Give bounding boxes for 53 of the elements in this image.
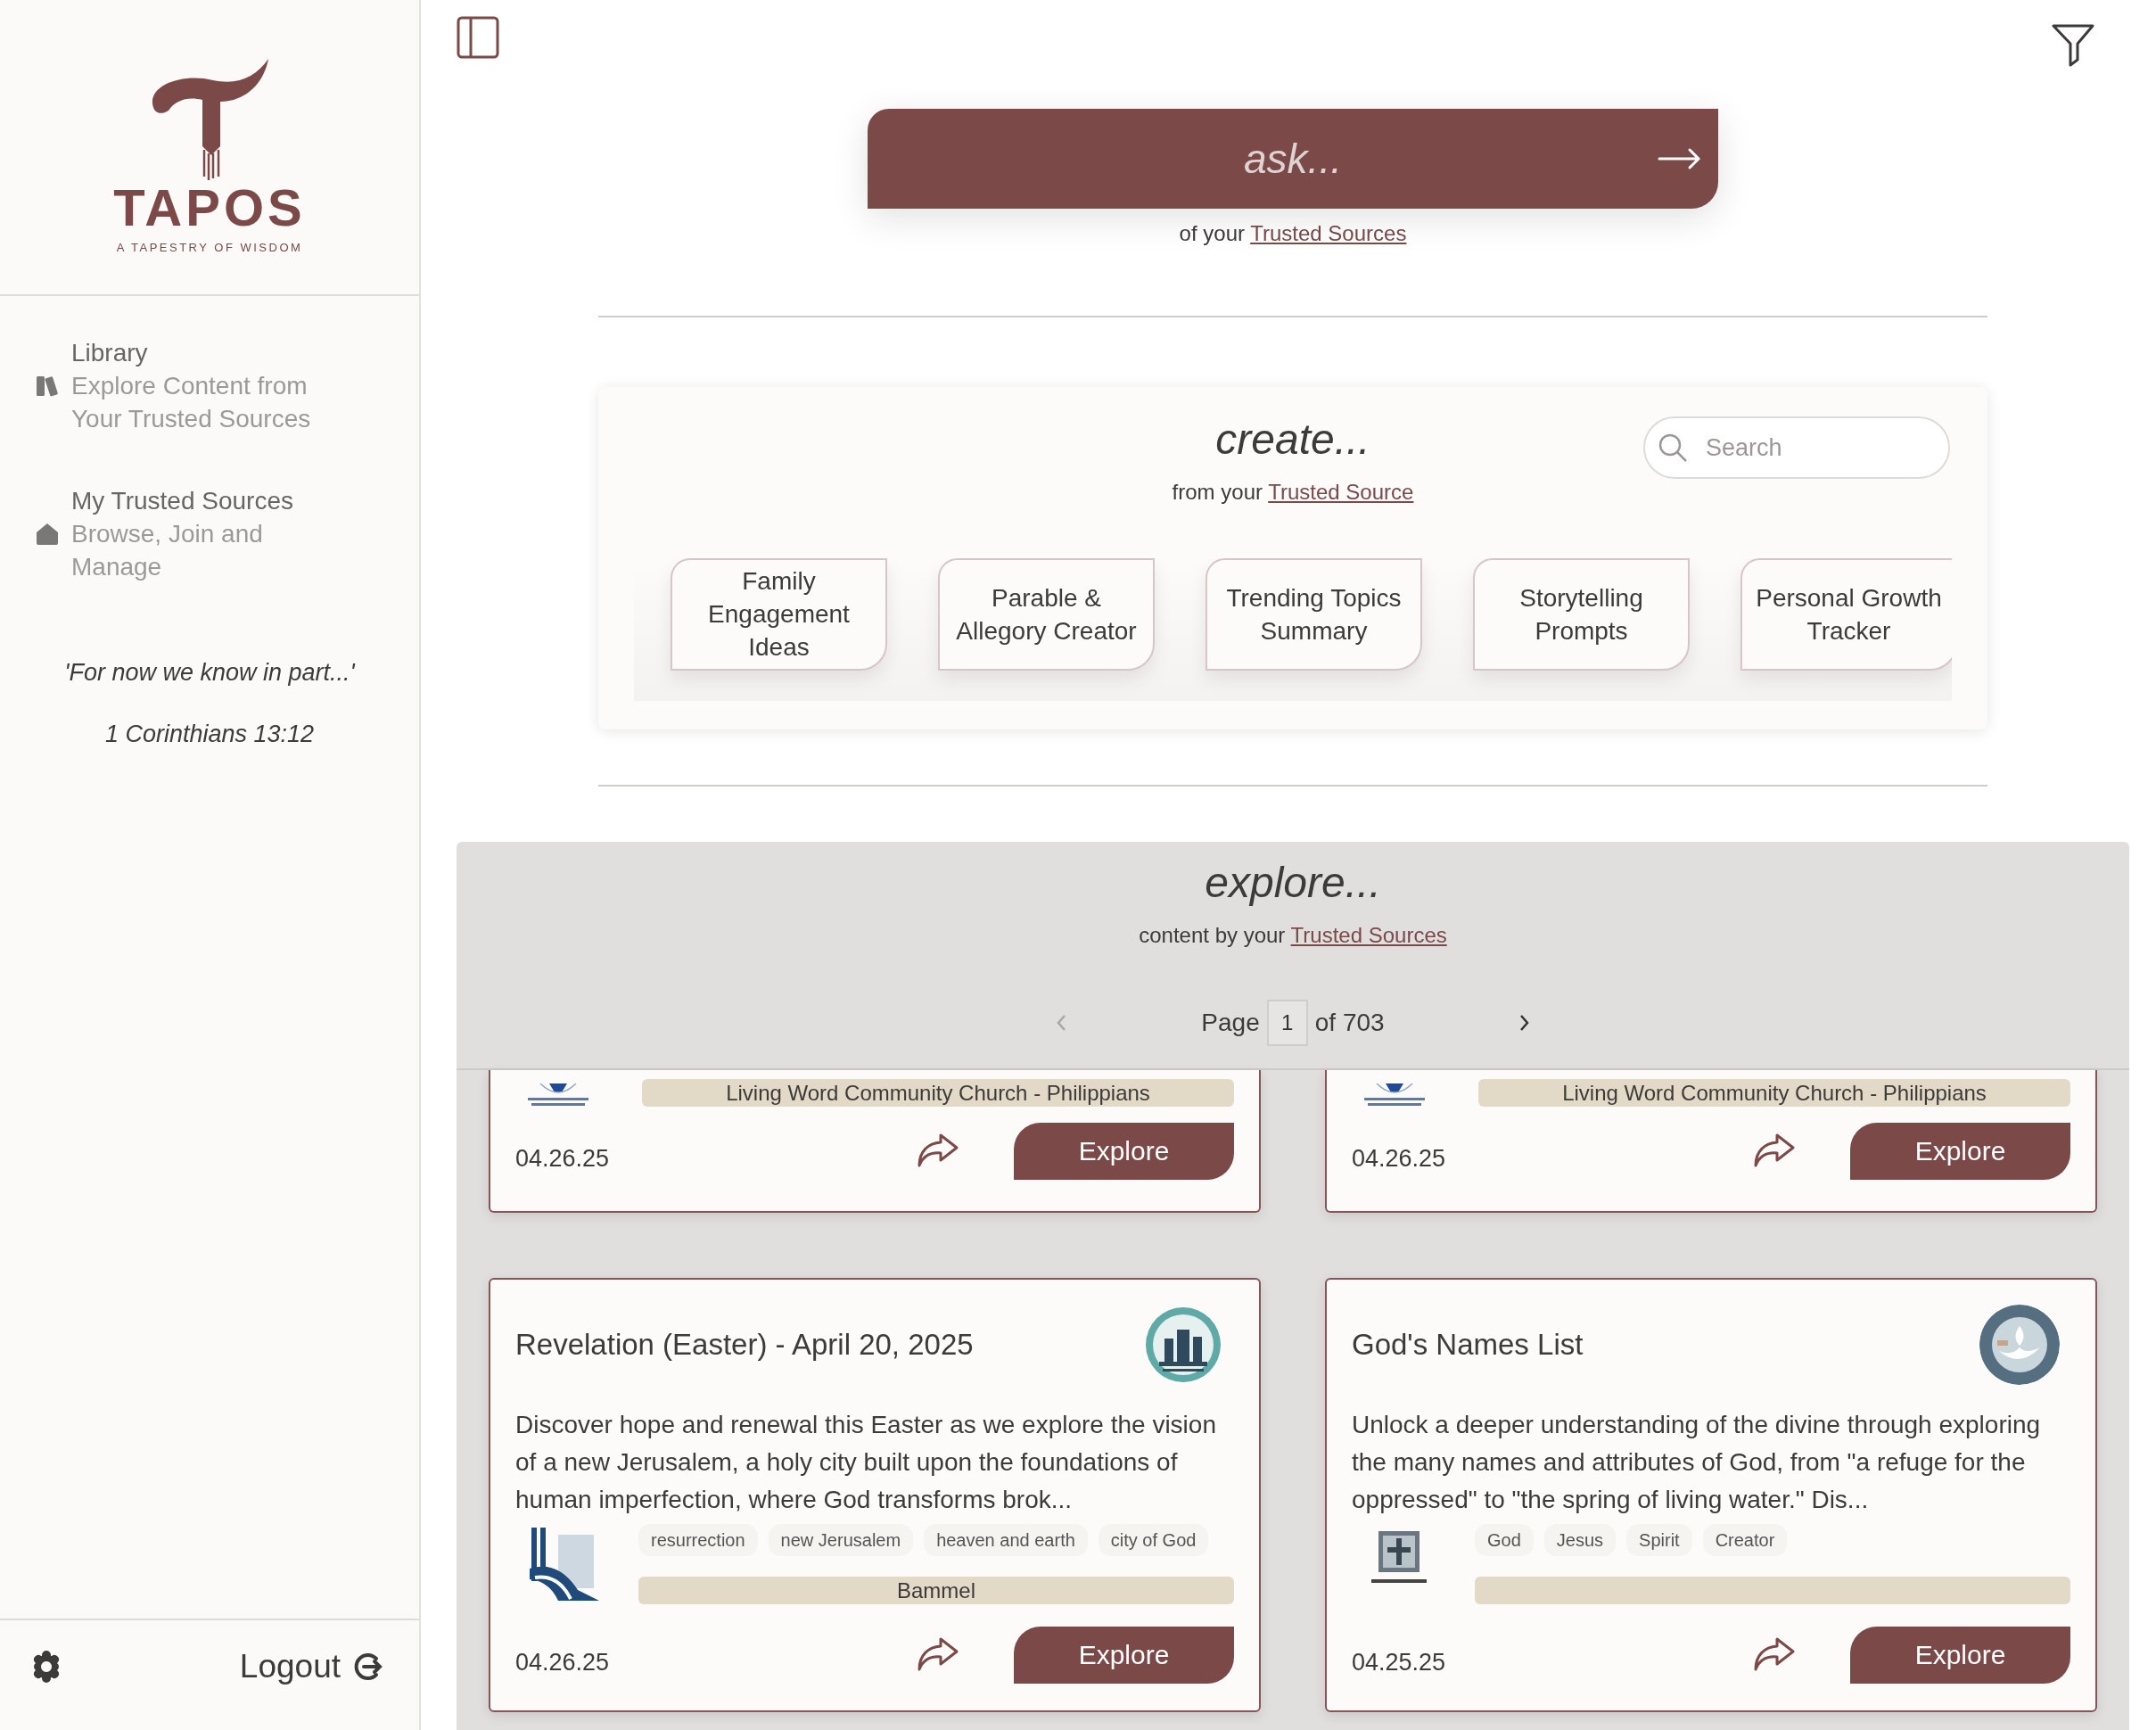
card-title: God's Names List	[1352, 1327, 1584, 1363]
card-date: 04.26.25	[515, 1647, 610, 1677]
tag-chip[interactable]: city of God	[1098, 1523, 1209, 1556]
tag-chip[interactable]: new Jerusalem	[768, 1523, 914, 1556]
ask-field[interactable]: ask...	[868, 109, 1718, 209]
card-date: 04.25.25	[1352, 1647, 1446, 1677]
tag-chip[interactable]: God	[1475, 1523, 1534, 1556]
template-button[interactable]: Parable & Allegory Creator	[938, 557, 1155, 671]
explore-button[interactable]: Explore	[1014, 1626, 1234, 1684]
template-button[interactable]: Trending Topics Summary	[1206, 557, 1422, 671]
quote-text: 'For now we know in part...'	[63, 658, 357, 688]
page-label: Page	[1201, 1007, 1260, 1038]
tag-chip[interactable]: heaven and earth	[924, 1523, 1088, 1556]
scripture-reference: 1 Corinthians 13:12	[103, 719, 316, 749]
source-bar: Living Word Community Church - Philippians	[642, 1078, 1234, 1107]
source-bar: Bammel	[638, 1576, 1234, 1604]
page-total: of 703	[1314, 1007, 1385, 1038]
explore-button[interactable]: Explore	[1014, 1122, 1234, 1180]
caption-text: content by your Trusted Sources	[1138, 921, 1448, 949]
house-icon	[36, 522, 61, 547]
template-button[interactable]: Storytelling Prompts	[1473, 557, 1690, 671]
filter-icon[interactable]	[2051, 22, 2095, 67]
explore-button[interactable]: Explore	[1850, 1626, 2070, 1684]
tag-chip[interactable]: Jesus	[1543, 1523, 1617, 1556]
nav-item[interactable]: Library Explore Content from Your Trusted Sources	[36, 337, 401, 435]
card-description: Unlock a deeper understanding of the divine through exploring the many names and attributes of God, from "a refuge for the oppressed" to "the spring of living water." Dis...	[1352, 1409, 2042, 1515]
trusted-sources-link[interactable]: Trusted Sources	[1290, 922, 1447, 947]
logout-button[interactable]: Logout	[239, 1641, 383, 1692]
caption-text: of your Trusted Sources	[1178, 220, 1408, 247]
books-icon	[36, 374, 61, 399]
card-date: 04.26.25	[515, 1143, 610, 1174]
search-field[interactable]: Search	[1643, 416, 1950, 479]
card-date: 04.26.25	[1352, 1143, 1446, 1174]
card-title: Revelation (Easter) - April 20, 2025	[515, 1327, 974, 1363]
trusted-sources-link[interactable]: Trusted Source	[1268, 479, 1414, 504]
nav-item[interactable]: My Trusted Sources Browse, Join and Manage	[36, 485, 401, 583]
section-title: explore...	[1204, 859, 1382, 907]
logo-tagline: A TAPESTRY OF WISDOM	[116, 240, 303, 256]
caption-text: from your Trusted Source	[1172, 478, 1414, 506]
template-button[interactable]: Family Engagement Ideas	[671, 557, 887, 671]
sidebar-toggle-icon[interactable]	[457, 16, 499, 59]
logo-wordmark: TAPOS	[113, 182, 306, 234]
tag-chip[interactable]: Creator	[1702, 1523, 1788, 1556]
tag-chip[interactable]: Spirit	[1626, 1523, 1692, 1556]
section-title: create...	[1214, 416, 1371, 464]
card-description: Discover hope and renewal this Easter as we explore the vision of a new Jerusalem, a holy city built upon the foundations of human imperfection, where God transforms brok...	[515, 1409, 1217, 1515]
source-bar: Living Word Community Church - Philippians	[1478, 1078, 2070, 1107]
template-button[interactable]: Personal Growth Tracker	[1740, 557, 1952, 671]
tag-chip[interactable]: resurrection	[638, 1523, 758, 1556]
explore-button[interactable]: Explore	[1850, 1122, 2070, 1180]
page-field[interactable]: 1	[1266, 999, 1308, 1046]
trusted-sources-link[interactable]: Trusted Sources	[1250, 221, 1407, 245]
search-icon	[1658, 432, 1688, 463]
